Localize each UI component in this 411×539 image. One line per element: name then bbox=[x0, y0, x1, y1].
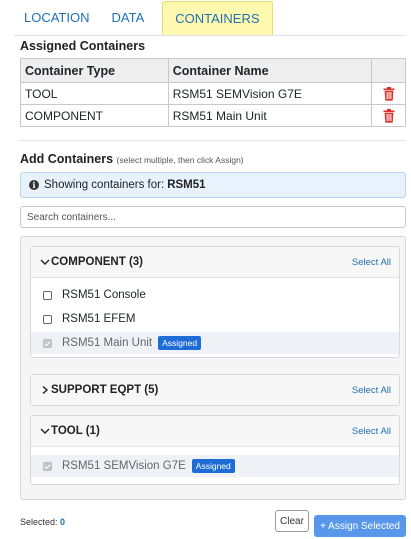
selected-label: Selected: bbox=[20, 517, 58, 527]
chevron-down-icon bbox=[40, 259, 50, 265]
table-row: COMPONENT RSM51 Main Unit bbox=[20, 104, 406, 127]
checkbox[interactable] bbox=[43, 314, 52, 324]
group-component: COMPONENT (3) Select All RSM51 Console R… bbox=[30, 246, 400, 358]
column-header-actions bbox=[371, 58, 406, 83]
search-containers-input[interactable] bbox=[20, 206, 406, 228]
delete-cell bbox=[371, 82, 406, 105]
assigned-badge: Assigned bbox=[158, 336, 202, 350]
column-header-type: Container Type bbox=[20, 58, 169, 83]
checkbox[interactable] bbox=[43, 290, 52, 300]
tab-data[interactable]: DATA bbox=[102, 1, 155, 35]
group-items: RSM51 SEMVision G7E Assigned bbox=[31, 447, 399, 477]
tab-bar: LOCATION DATA CONTAINERS bbox=[14, 0, 405, 36]
selected-count-text: Selected: 0 bbox=[20, 517, 65, 527]
container-type-cell: TOOL bbox=[20, 82, 169, 105]
list-item: RSM51 SEMVision G7E Assigned bbox=[31, 455, 399, 477]
group-toggle[interactable]: COMPONENT (3) bbox=[40, 256, 143, 268]
select-all-link[interactable]: Select All bbox=[352, 257, 391, 268]
clear-button[interactable]: Clear bbox=[275, 510, 309, 532]
chevron-down-icon bbox=[40, 428, 50, 434]
group-support-eqpt: SUPPORT EQPT (5) Select All bbox=[30, 374, 400, 406]
container-list: COMPONENT (3) Select All RSM51 Console R… bbox=[20, 236, 406, 500]
section-divider bbox=[20, 140, 406, 141]
group-tool: TOOL (1) Select All RSM51 SEMVision G7E … bbox=[30, 415, 400, 485]
chevron-right-icon bbox=[42, 386, 49, 394]
list-item: RSM51 Main Unit Assigned bbox=[31, 332, 399, 354]
group-items: RSM51 Console RSM51 EFEM RSM51 Main Unit… bbox=[31, 278, 399, 354]
container-name-cell: RSM51 SEMVision G7E bbox=[167, 82, 373, 105]
tab-location[interactable]: LOCATION bbox=[14, 1, 100, 35]
list-item[interactable]: RSM51 Console bbox=[31, 284, 399, 306]
info-text: Showing containers for: bbox=[44, 179, 165, 191]
assigned-containers-table: Container Type Container Name TOOL RSM51… bbox=[20, 58, 406, 127]
list-item[interactable]: RSM51 EFEM bbox=[31, 308, 399, 330]
item-label: RSM51 Main Unit bbox=[62, 337, 153, 349]
info-alert: i Showing containers for: RSM51 bbox=[20, 172, 406, 198]
add-containers-title: Add Containers bbox=[20, 152, 114, 166]
table-row: TOOL RSM51 SEMVision G7E bbox=[20, 82, 406, 105]
container-name-cell: RSM51 Main Unit bbox=[167, 104, 373, 127]
tab-containers[interactable]: CONTAINERS bbox=[162, 1, 273, 35]
add-containers-heading: Add Containers (select multiple, then cl… bbox=[20, 152, 244, 166]
item-label: RSM51 SEMVision G7E bbox=[62, 460, 186, 472]
checkbox-disabled bbox=[43, 338, 52, 348]
group-header: COMPONENT (3) Select All bbox=[31, 247, 399, 278]
column-header-name: Container Name bbox=[167, 58, 373, 83]
group-label: TOOL (1) bbox=[51, 425, 100, 437]
table-header-row: Container Type Container Name bbox=[20, 58, 406, 83]
delete-cell bbox=[371, 104, 406, 127]
info-target: RSM51 bbox=[167, 179, 206, 191]
select-all-link[interactable]: Select All bbox=[352, 426, 391, 437]
info-icon: i bbox=[29, 180, 39, 190]
container-type-cell: COMPONENT bbox=[20, 104, 169, 127]
select-all-link[interactable]: Select All bbox=[352, 385, 391, 396]
group-label: SUPPORT EQPT (5) bbox=[51, 384, 159, 396]
group-label: COMPONENT (3) bbox=[51, 256, 143, 268]
item-label: RSM51 Console bbox=[62, 289, 146, 301]
checkbox-disabled bbox=[43, 461, 52, 471]
group-toggle[interactable]: TOOL (1) bbox=[40, 425, 100, 437]
assigned-badge: Assigned bbox=[191, 459, 235, 473]
group-toggle[interactable]: SUPPORT EQPT (5) bbox=[40, 384, 158, 396]
group-header: TOOL (1) Select All bbox=[31, 416, 399, 447]
assigned-containers-title: Assigned Containers bbox=[20, 39, 146, 53]
add-containers-hint: (select multiple, then click Assign) bbox=[116, 155, 244, 165]
item-label: RSM51 EFEM bbox=[62, 313, 136, 325]
trash-icon[interactable] bbox=[383, 86, 395, 101]
group-header: SUPPORT EQPT (5) Select All bbox=[31, 375, 399, 405]
assign-selected-button[interactable]: + Assign Selected bbox=[314, 515, 406, 537]
trash-icon[interactable] bbox=[383, 108, 395, 123]
selected-count: 0 bbox=[60, 517, 66, 527]
